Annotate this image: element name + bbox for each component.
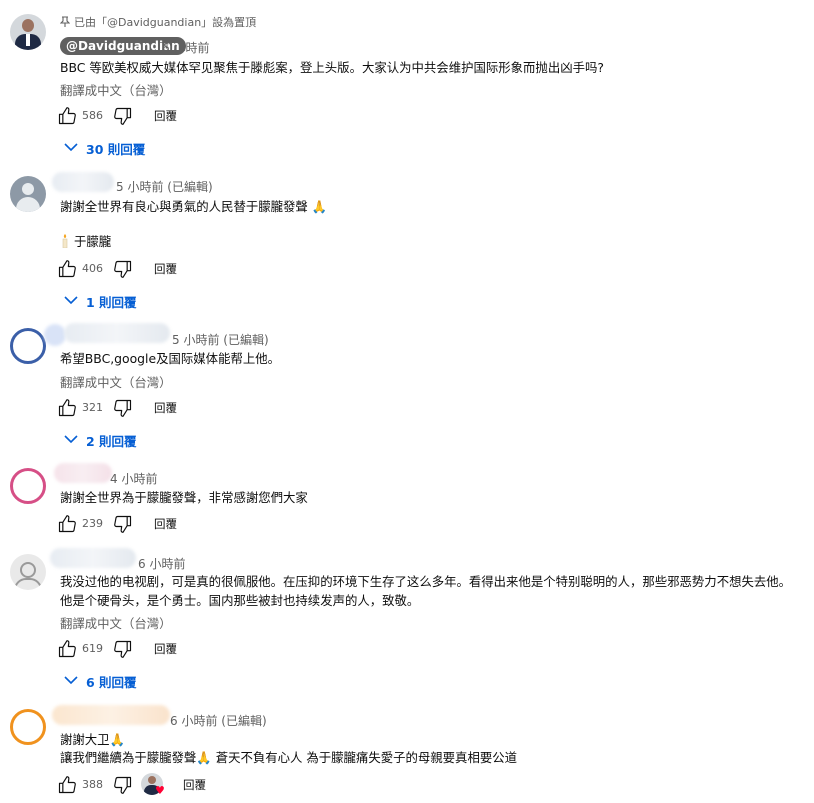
reply-button[interactable]: 回覆 bbox=[154, 108, 177, 124]
reply-button[interactable]: 回覆 bbox=[154, 516, 177, 532]
redacted-author-name[interactable] bbox=[64, 323, 170, 343]
comment-text-line: 他是个硬骨头，是个勇士。国内那些被封也持续发声的人，致敬。 bbox=[60, 593, 420, 608]
pinned-note: 已由「@Davidguandian」設為置頂 bbox=[59, 14, 256, 30]
thumbs-down-icon[interactable] bbox=[113, 775, 133, 795]
thumbs-up-icon[interactable] bbox=[57, 514, 77, 534]
comment-timestamp[interactable]: 5 小時前 (已編輯) bbox=[172, 331, 269, 348]
thumbs-down-icon[interactable] bbox=[113, 259, 133, 279]
thumbs-up-icon[interactable] bbox=[57, 398, 77, 418]
comment-text: 謝謝全世界為于朦朧發聲，非常感謝您們大家 bbox=[60, 490, 308, 505]
folded-hands-emoji: 🙏 bbox=[196, 750, 212, 765]
comment-text: 謝謝大卫🙏 bbox=[60, 732, 125, 747]
user-avatar[interactable] bbox=[10, 468, 46, 504]
chevron-down-icon bbox=[64, 142, 78, 152]
thumbs-down-icon[interactable] bbox=[113, 514, 133, 534]
reply-button[interactable]: 回覆 bbox=[154, 400, 177, 416]
folded-hands-emoji: 🙏 bbox=[307, 199, 328, 214]
heart-icon: ♥ bbox=[155, 784, 165, 797]
redacted-author-name[interactable] bbox=[50, 548, 136, 568]
thumbs-down-icon[interactable] bbox=[113, 639, 133, 659]
thumbs-down-icon[interactable] bbox=[113, 106, 133, 126]
pin-icon bbox=[59, 16, 71, 27]
redacted-author-badge bbox=[44, 324, 66, 346]
comment-timestamp[interactable]: 6 小時前 bbox=[138, 555, 185, 572]
comment-timestamp[interactable]: 6 小時前 (已編輯) bbox=[170, 712, 267, 729]
comment-timestamp[interactable]: 4 小時前 bbox=[110, 470, 157, 487]
user-avatar[interactable] bbox=[10, 709, 46, 745]
chevron-down-icon bbox=[64, 434, 78, 444]
chevron-down-icon bbox=[64, 675, 78, 685]
candle-icon bbox=[62, 234, 68, 249]
user-avatar[interactable] bbox=[10, 176, 46, 212]
user-avatar[interactable] bbox=[10, 554, 46, 590]
thumbs-up-icon[interactable] bbox=[57, 106, 77, 126]
like-count: 406 bbox=[82, 262, 103, 275]
like-count: 388 bbox=[82, 778, 103, 791]
thumbs-up-icon[interactable] bbox=[57, 775, 77, 795]
redacted-author-name[interactable] bbox=[54, 463, 112, 483]
translate-link[interactable]: 翻譯成中文（台灣） bbox=[60, 373, 172, 391]
reply-button[interactable]: 回覆 bbox=[154, 641, 177, 657]
translate-link[interactable]: 翻譯成中文（台灣） bbox=[60, 81, 172, 99]
user-avatar[interactable] bbox=[10, 328, 46, 364]
comment-text: 我没过他的电视剧，可是真的很佩服他。在压抑的环境下生存了这么多年。看得出来他是个… bbox=[60, 574, 792, 589]
like-count: 239 bbox=[82, 517, 103, 530]
comment-text-line: 于朦朧 bbox=[60, 233, 111, 251]
reply-button[interactable]: 回覆 bbox=[183, 777, 206, 793]
comment-text: 希望BBC,google及国际媒体能帮上他。 bbox=[60, 351, 281, 366]
translate-link[interactable]: 翻譯成中文（台灣） bbox=[60, 614, 172, 632]
folded-hands-emoji: 🙏 bbox=[109, 732, 125, 747]
creator-heart-badge: ♥ bbox=[141, 773, 167, 799]
thumbs-up-icon[interactable] bbox=[57, 639, 77, 659]
reply-button[interactable]: 回覆 bbox=[154, 261, 177, 277]
comment-text: BBC 等欧美权威大媒体罕见聚焦于滕彪案，登上头版。大家认为中共会维护国际形象而… bbox=[60, 60, 604, 75]
comment-timestamp[interactable]: 5 小時前 (已編輯) bbox=[116, 178, 213, 195]
like-count: 321 bbox=[82, 401, 103, 414]
redacted-author-name[interactable] bbox=[52, 705, 170, 725]
chevron-down-icon bbox=[64, 295, 78, 305]
comment-text: 謝謝全世界有良心與勇氣的人民替于朦朧發聲 🙏 bbox=[60, 199, 328, 214]
comment-text-line: 讓我們繼續為于朦朧發聲🙏 蒼天不負有心人 為于朦朧痛失愛子的母親要真相要公道 bbox=[60, 750, 518, 765]
comment-timestamp[interactable]: 6 小時前 bbox=[162, 39, 209, 56]
like-count: 586 bbox=[82, 109, 103, 122]
redacted-author-name[interactable] bbox=[52, 172, 114, 192]
thumbs-down-icon[interactable] bbox=[113, 398, 133, 418]
thumbs-up-icon[interactable] bbox=[57, 259, 77, 279]
like-count: 619 bbox=[82, 642, 103, 655]
owner-avatar[interactable] bbox=[10, 14, 46, 50]
